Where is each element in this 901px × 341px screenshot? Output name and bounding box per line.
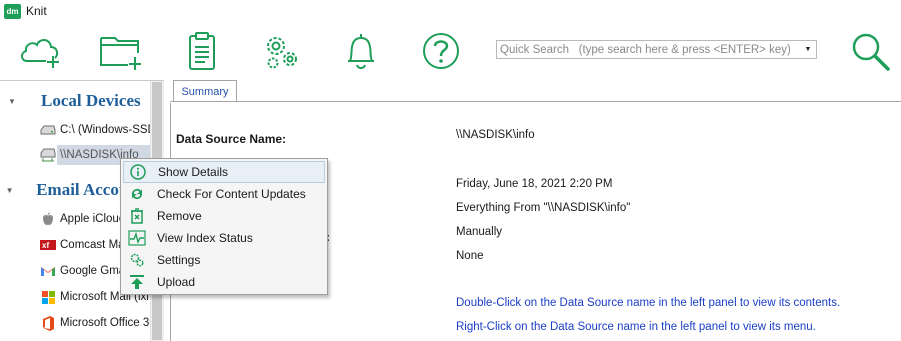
gears-icon: [126, 251, 148, 269]
folder-plus-icon: [100, 37, 141, 70]
gears-icon: [267, 37, 297, 69]
menu-item-check-updates[interactable]: Check For Content Updates: [123, 183, 325, 205]
tree-item-c-drive[interactable]: C:\ (Windows-SSD): [40, 120, 150, 140]
title-bar: dm Knit: [0, 0, 901, 22]
menu-item-label: Check For Content Updates: [157, 187, 306, 201]
expand-arrow-icon[interactable]: ▼: [0, 97, 20, 106]
network-drive-icon: [40, 148, 56, 162]
info-icon: [127, 163, 149, 181]
tree-item-label: Microsoft Office 365: [60, 317, 150, 329]
detail-value-update-mode: Manually: [456, 226, 503, 238]
quick-search-box: ▼: [496, 40, 817, 59]
menu-item-settings[interactable]: Settings: [123, 249, 325, 271]
menu-item-label: Show Details: [158, 165, 229, 179]
upload-icon: [126, 273, 148, 291]
magnifier-icon: [852, 33, 890, 71]
settings-button[interactable]: [256, 28, 306, 74]
menu-item-view-index-status[interactable]: View Index Status: [123, 227, 325, 249]
apple-icon: [40, 212, 56, 226]
comcast-icon: xf: [40, 238, 56, 252]
cloud-plus-icon: [21, 39, 59, 68]
bell-icon: [348, 34, 374, 69]
menu-item-upload[interactable]: Upload: [123, 271, 325, 293]
notifications-button[interactable]: [336, 28, 386, 74]
hint-right-click: Right-Click on the Data Source name in t…: [456, 321, 816, 333]
pulse-icon: [126, 229, 148, 247]
drive-icon: [40, 123, 56, 137]
menu-item-label: Settings: [157, 253, 201, 267]
data-source-name-label: Data Source Name:: [176, 132, 287, 146]
search-dropdown-arrow-icon[interactable]: ▼: [800, 41, 816, 58]
office-icon: [40, 315, 56, 331]
svg-text:xf: xf: [42, 241, 49, 250]
detail-value-scope: Everything From "\\NASDISK\info": [456, 202, 631, 214]
quick-search-input[interactable]: [497, 41, 800, 58]
gmail-icon: [40, 264, 56, 278]
help-button[interactable]: [416, 28, 466, 74]
hint-double-click: Double-Click on the Data Source name in …: [456, 297, 841, 309]
menu-item-remove[interactable]: Remove: [123, 205, 325, 227]
add-cloud-button[interactable]: [16, 28, 66, 74]
add-folder-button[interactable]: [96, 28, 146, 74]
menu-item-label: Remove: [157, 209, 202, 223]
app-title: Knit: [26, 4, 47, 18]
detail-value-date: Friday, June 18, 2021 2:20 PM: [456, 178, 613, 190]
data-source-name-value: \\NASDISK\info: [456, 129, 535, 141]
clipboard-button[interactable]: [177, 28, 227, 74]
question-icon: [423, 33, 459, 69]
group-local-devices[interactable]: ▼ Local Devices: [0, 90, 150, 112]
detail-value-schedule: None: [456, 250, 484, 262]
tree-item-label: Apple iCloud: [60, 213, 126, 225]
expand-arrow-icon[interactable]: ▼: [0, 186, 15, 195]
tree-item-microsoft-office[interactable]: Microsoft Office 365: [40, 313, 150, 333]
refresh-icon: [126, 185, 148, 203]
context-menu: Show Details Check For Content Updates R…: [120, 158, 328, 295]
menu-item-show-details[interactable]: Show Details: [123, 161, 325, 183]
microsoft-icon: [40, 290, 56, 304]
search-button[interactable]: [849, 30, 893, 72]
menu-item-label: View Index Status: [157, 231, 253, 245]
tree-item-label: C:\ (Windows-SSD): [60, 124, 150, 136]
clipboard-icon: [189, 32, 215, 70]
app-logo: dm: [4, 3, 21, 19]
trash-icon: [126, 207, 148, 225]
menu-item-label: Upload: [157, 275, 196, 289]
group-label: Local Devices: [41, 91, 141, 110]
tab-summary[interactable]: Summary: [173, 80, 237, 102]
